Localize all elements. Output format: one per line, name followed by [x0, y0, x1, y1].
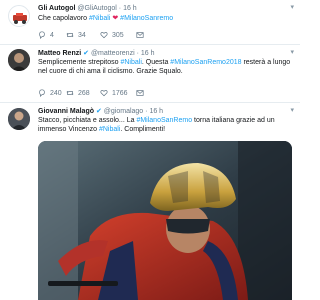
direct-message-button[interactable]: [136, 89, 144, 97]
retweet-count: 268: [78, 89, 90, 97]
author-name[interactable]: Matteo Renzi: [38, 50, 81, 57]
verified-icon: ✔: [83, 50, 89, 57]
direct-message-icon: [136, 90, 144, 96]
tweet-actions: 240 268 1766: [38, 89, 294, 99]
tweet[interactable]: Gli Autogol @GliAutogol · 16 h ▾ Che cap…: [0, 0, 300, 45]
separator: ·: [145, 108, 148, 115]
tweet-text: Che capolavoro #Nibali ❤ #MilanoSanremo: [38, 14, 294, 23]
chevron-down-icon[interactable]: ▾: [290, 3, 294, 11]
text-fragment: . Questa: [141, 59, 171, 66]
reply-count: 240: [50, 89, 62, 97]
hashtag-link[interactable]: #Nibali: [120, 59, 141, 66]
tweet-text: Semplicemente strepitoso #Nibali. Questa…: [38, 58, 294, 76]
tweet-header: Matteo Renzi ✔ @matteorenzi · 16 h: [38, 49, 294, 58]
like-button[interactable]: 1766: [100, 89, 128, 97]
text-fragment: Semplicemente strepitoso: [38, 59, 121, 66]
avatar[interactable]: [8, 108, 30, 130]
cyclist-photo-image: [38, 141, 292, 300]
timestamp[interactable]: 16 h: [149, 108, 163, 115]
author-name[interactable]: Gli Autogol: [38, 5, 75, 12]
verified-icon: ✔: [95, 108, 102, 115]
retweet-count: 34: [78, 31, 86, 39]
retweet-button[interactable]: 34: [66, 31, 86, 39]
reply-icon: [39, 89, 45, 97]
separator: ·: [136, 50, 139, 57]
hashtag-link[interactable]: #Nibali: [89, 15, 110, 22]
reply-button[interactable]: 4: [38, 31, 54, 39]
author-handle[interactable]: @GliAutogol: [77, 5, 116, 12]
hashtag-link[interactable]: #Nibali: [99, 126, 120, 133]
tweet[interactable]: Matteo Renzi ✔ @matteorenzi · 16 h ▾ Sem…: [0, 45, 300, 103]
hashtag-link[interactable]: #MilanoSanRemo2018: [170, 59, 241, 66]
chevron-down-icon[interactable]: ▾: [290, 48, 294, 56]
text-fragment: Che capolavoro: [38, 15, 89, 22]
tweet-header: Giovanni Malagò ✔ @giomalago · 16 h: [38, 107, 294, 116]
heart-icon: [100, 90, 108, 97]
retweet-button[interactable]: 268: [66, 89, 90, 97]
heart-emoji: ❤: [112, 15, 119, 22]
text-fragment: Stacco, picchiata e assolo... La: [38, 117, 137, 124]
retweet-icon: [66, 32, 74, 38]
avatar[interactable]: [8, 5, 30, 27]
timestamp[interactable]: 16 h: [123, 5, 137, 12]
avatar[interactable]: [8, 49, 30, 71]
hashtag-link[interactable]: #MilanoSanremo: [120, 15, 173, 22]
chevron-down-icon[interactable]: ▾: [290, 106, 294, 114]
reply-icon: [39, 31, 45, 39]
direct-message-icon: [136, 32, 144, 38]
reply-count: 4: [50, 31, 54, 39]
like-count: 305: [112, 31, 124, 39]
author-handle[interactable]: @giomalago: [104, 108, 143, 115]
heart-icon: [100, 32, 108, 39]
tweet-text: Stacco, picchiata e assolo... La #Milano…: [38, 116, 294, 134]
author-handle[interactable]: @matteorenzi: [91, 50, 135, 57]
retweet-icon: [66, 90, 74, 96]
tweet-actions: 4 34 305: [38, 31, 294, 41]
text-fragment: . Complimenti!: [120, 126, 166, 133]
like-count: 1766: [112, 89, 128, 97]
tweet-header: Gli Autogol @GliAutogol · 16 h: [38, 4, 294, 13]
tweet[interactable]: Giovanni Malagò ✔ @giomalago · 16 h ▾ St…: [0, 103, 300, 300]
tweet-photo[interactable]: [38, 141, 292, 300]
hashtag-link[interactable]: #MilanoSanRemo: [136, 117, 192, 124]
direct-message-button[interactable]: [136, 31, 144, 39]
author-name[interactable]: Giovanni Malagò: [38, 108, 94, 115]
separator: ·: [118, 5, 122, 12]
reply-button[interactable]: 240: [38, 89, 62, 97]
timestamp[interactable]: 16 h: [141, 50, 155, 57]
like-button[interactable]: 305: [100, 31, 124, 39]
